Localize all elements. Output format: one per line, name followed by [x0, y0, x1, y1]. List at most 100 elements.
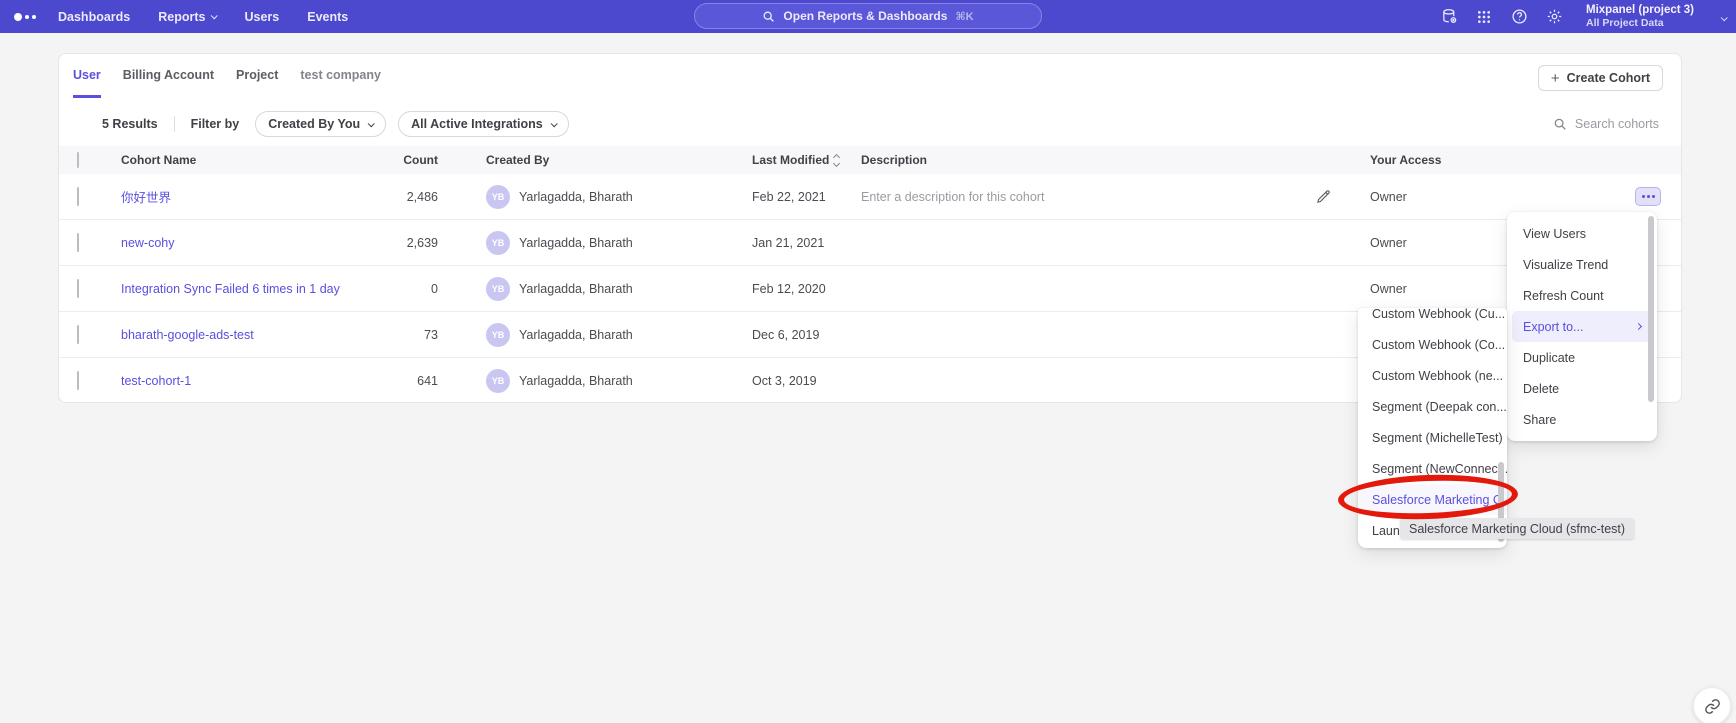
cohort-count: 73: [361, 328, 438, 342]
created-by-name: Yarlagadda, Bharath: [519, 282, 633, 296]
data-management-icon[interactable]: [1440, 8, 1458, 26]
menu-item-label: Share: [1523, 413, 1556, 427]
cohort-name-link[interactable]: Integration Sync Failed 6 times in 1 day: [121, 282, 340, 296]
export-option-custom-webhook-cu[interactable]: Custom Webhook (Cu...: [1358, 308, 1507, 329]
tab-billing-account[interactable]: Billing Account: [123, 68, 214, 98]
row-checkbox[interactable]: [77, 187, 79, 206]
last-modified-date: Oct 3, 2019: [752, 374, 861, 388]
cohort-name-link[interactable]: 你好世界: [121, 191, 171, 205]
select-all-checkbox[interactable]: [77, 152, 79, 168]
description-input[interactable]: Enter a description for this cohort: [861, 190, 1044, 204]
help-icon[interactable]: [1510, 8, 1528, 26]
table-row: new-cohy 2,639 YB Yarlagadda, Bharath Ja…: [59, 220, 1681, 266]
cohort-name-link[interactable]: new-cohy: [121, 236, 175, 250]
context-menu-scrollbar[interactable]: [1648, 216, 1654, 402]
cohort-type-tabs: User Billing Account Project test company: [59, 54, 1681, 98]
nav-item-label: Users: [244, 10, 279, 24]
row-actions-cell: [1635, 187, 1681, 206]
menu-item-label: Delete: [1523, 382, 1559, 396]
nav-item-label: Events: [307, 10, 348, 24]
nav-item-events[interactable]: Events: [307, 10, 348, 24]
cohort-count: 2,639: [361, 236, 438, 250]
global-search-bar[interactable]: Open Reports & Dashboards ⌘K: [694, 3, 1042, 29]
export-option-salesforce-marketing-c[interactable]: Salesforce Marketing C...: [1358, 484, 1507, 515]
filter-bar: 5 Results Filter by Created By You All A…: [59, 111, 1681, 137]
cohort-name-link[interactable]: bharath-google-ads-test: [121, 328, 254, 342]
avatar: YB: [486, 231, 510, 255]
created-by-filter[interactable]: Created By You: [255, 111, 386, 137]
menu-item-label: View Users: [1523, 227, 1586, 241]
chevron-right-icon: [1635, 323, 1642, 330]
header-cohort-name: Cohort Name: [121, 153, 361, 167]
search-cohorts-placeholder: Search cohorts: [1575, 117, 1659, 131]
table-header: Cohort Name Count Created By Last Modifi…: [59, 146, 1681, 174]
created-by-name: Yarlagadda, Bharath: [519, 374, 633, 388]
created-by-name: Yarlagadda, Bharath: [519, 236, 633, 250]
project-name: Mixpanel (project 3): [1586, 3, 1694, 17]
integrations-filter[interactable]: All Active Integrations: [398, 111, 569, 137]
last-modified-date: Feb 22, 2021: [752, 190, 861, 204]
sort-icon: [834, 155, 839, 166]
cohort-count: 641: [361, 374, 438, 388]
nav-item-dashboards[interactable]: Dashboards: [58, 10, 130, 24]
last-modified-date: Feb 12, 2020: [752, 282, 861, 296]
nav-items: Dashboards Reports Users Events: [58, 10, 348, 24]
export-submenu: Custom Webhook (Cu...Custom Webhook (Co.…: [1358, 308, 1507, 548]
settings-gear-icon[interactable]: [1545, 8, 1563, 26]
integration-tooltip: Salesforce Marketing Cloud (sfmc-test): [1400, 518, 1634, 539]
top-navbar: Dashboards Reports Users Events Open Report…: [0, 0, 1736, 33]
edit-description-cell[interactable]: [1316, 189, 1370, 204]
menu-item-duplicate[interactable]: Duplicate: [1507, 342, 1657, 373]
menu-item-delete[interactable]: Delete: [1507, 373, 1657, 404]
menu-item-view-users[interactable]: View Users: [1507, 218, 1657, 249]
cohort-count: 0: [361, 282, 438, 296]
tab-project[interactable]: Project: [236, 68, 278, 98]
copy-link-button[interactable]: [1693, 687, 1731, 723]
pencil-icon: [1316, 189, 1331, 204]
plus-icon: +: [1551, 71, 1560, 86]
last-modified-date: Dec 6, 2019: [752, 328, 861, 342]
tab-user[interactable]: User: [73, 68, 101, 98]
row-checkbox[interactable]: [77, 325, 79, 344]
menu-item-refresh-count[interactable]: Refresh Count: [1507, 280, 1657, 311]
row-actions-button[interactable]: [1635, 187, 1661, 206]
header-last-modified[interactable]: Last Modified: [752, 153, 861, 167]
menu-item-label: Duplicate: [1523, 351, 1575, 365]
header-your-access: Your Access: [1370, 153, 1635, 167]
cohort-name-link[interactable]: test-cohort-1: [121, 374, 191, 388]
search-icon: [1553, 117, 1567, 131]
project-selector[interactable]: Mixpanel (project 3) All Project Data: [1586, 3, 1694, 31]
table-row: Integration Sync Failed 6 times in 1 day…: [59, 266, 1681, 312]
last-modified-date: Jan 21, 2021: [752, 236, 861, 250]
export-option-segment-michelletest[interactable]: Segment (MichelleTest): [1358, 422, 1507, 453]
access-level: Owner: [1370, 190, 1635, 204]
created-by-name: Yarlagadda, Bharath: [519, 328, 633, 342]
tab-test-company[interactable]: test company: [300, 68, 381, 98]
results-count: 5 Results: [102, 117, 158, 131]
export-option-segment-newconnec[interactable]: Segment (NewConnec...: [1358, 453, 1507, 484]
filter-by-label: Filter by: [191, 117, 240, 131]
menu-item-export-to[interactable]: Export to...: [1512, 311, 1652, 342]
project-chevron-down-icon[interactable]: [1721, 8, 1726, 26]
chevron-down-icon: [368, 120, 375, 127]
search-icon: [762, 10, 775, 23]
search-shortcut: ⌘K: [955, 10, 973, 23]
nav-item-reports[interactable]: Reports: [158, 10, 216, 24]
nav-item-users[interactable]: Users: [244, 10, 279, 24]
search-cohorts-input[interactable]: Search cohorts: [1553, 111, 1659, 137]
global-search-placeholder: Open Reports & Dashboards: [783, 9, 947, 23]
menu-item-label: Refresh Count: [1523, 289, 1604, 303]
export-option-custom-webhook-ne[interactable]: Custom Webhook (ne...: [1358, 360, 1507, 391]
export-option-custom-webhook-co[interactable]: Custom Webhook (Co...: [1358, 329, 1507, 360]
export-option-segment-deepak-con[interactable]: Segment (Deepak con...: [1358, 391, 1507, 422]
row-context-menu: View Users Visualize Trend Refresh Count Ex…: [1507, 212, 1657, 441]
menu-item-label: Visualize Trend: [1523, 258, 1608, 272]
row-checkbox[interactable]: [77, 279, 79, 298]
menu-item-share[interactable]: Share: [1507, 404, 1657, 435]
row-checkbox[interactable]: [77, 233, 79, 252]
menu-item-visualize-trend[interactable]: Visualize Trend: [1507, 249, 1657, 280]
mixpanel-logo-icon[interactable]: [14, 13, 36, 21]
create-cohort-button[interactable]: + Create Cohort: [1538, 65, 1663, 91]
row-checkbox[interactable]: [77, 371, 79, 390]
apps-grid-icon[interactable]: [1475, 8, 1493, 26]
